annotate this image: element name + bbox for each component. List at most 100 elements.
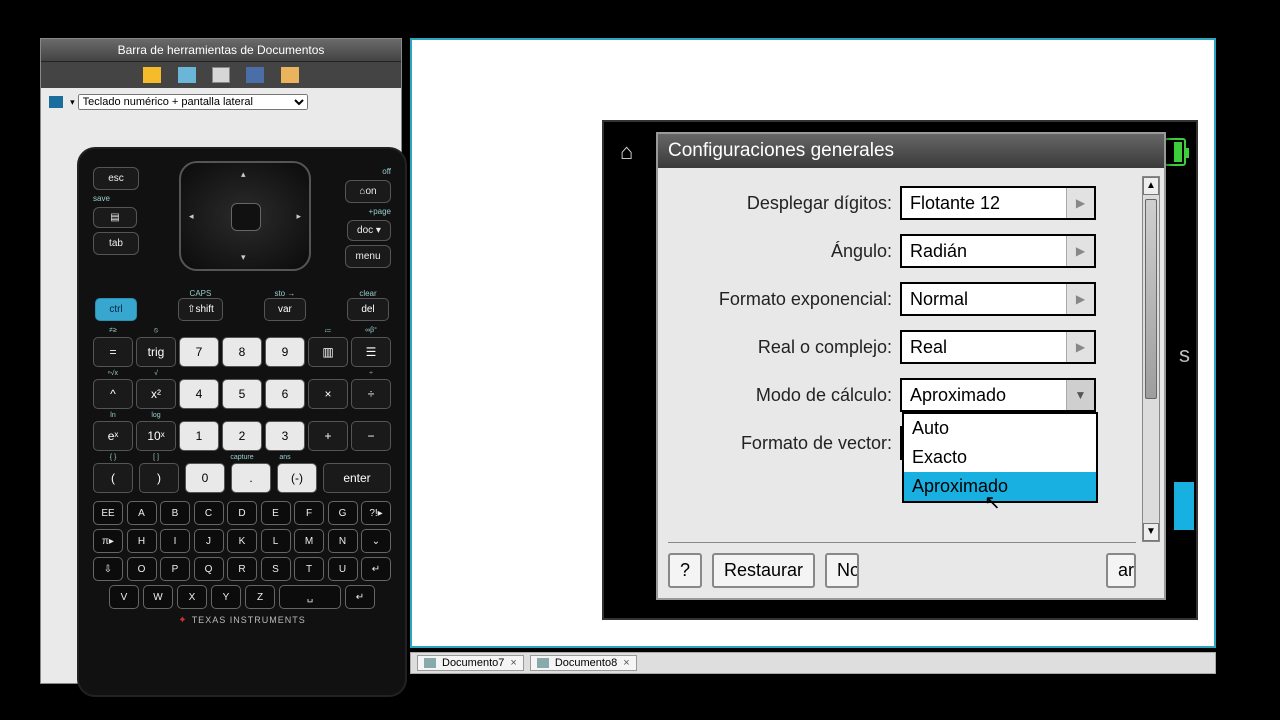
l-key[interactable]: L — [261, 529, 291, 553]
menu-button[interactable]: menu — [345, 245, 391, 268]
ctrl-button[interactable]: ctrl — [95, 298, 137, 321]
nav-touchpad[interactable]: ▴ ▾ ◂ ▸ — [179, 161, 311, 271]
dialog-scrollbar[interactable]: ▲ ▼ — [1142, 176, 1160, 542]
arrow-left-icon[interactable]: ◂ — [189, 211, 194, 222]
num-8-key[interactable]: 8 — [222, 337, 262, 367]
h-key[interactable]: H — [127, 529, 157, 553]
z-key[interactable]: Z — [245, 585, 275, 609]
arrow-up-icon[interactable]: ▴ — [241, 169, 246, 180]
return-key[interactable]: ↵ — [345, 585, 375, 609]
real-complex-select[interactable]: Real▶ — [900, 330, 1096, 364]
scroll-up-icon[interactable]: ▲ — [1143, 177, 1159, 195]
angle-select[interactable]: Radián▶ — [900, 234, 1096, 268]
option-exacto[interactable]: Exacto — [904, 443, 1096, 472]
shift2-key[interactable]: ⇩ — [93, 557, 123, 581]
b-key[interactable]: B — [160, 501, 190, 525]
minus-key[interactable]: − — [351, 421, 391, 451]
r-key[interactable]: R — [227, 557, 257, 581]
g-key[interactable]: G — [328, 501, 358, 525]
flag-key[interactable]: ⌄ — [361, 529, 391, 553]
t-key[interactable]: T — [294, 557, 324, 581]
num-9-key[interactable]: 9 — [265, 337, 305, 367]
x-key[interactable]: X — [177, 585, 207, 609]
num-1-key[interactable]: 1 — [179, 421, 219, 451]
catalog-key[interactable]: ☰ — [351, 337, 391, 367]
n-key[interactable]: N — [328, 529, 358, 553]
o-key[interactable]: O — [127, 557, 157, 581]
space-key[interactable]: ␣ — [279, 585, 341, 609]
punct-key[interactable]: ?!▸ — [361, 501, 391, 525]
j-key[interactable]: J — [194, 529, 224, 553]
option-aproximado[interactable]: Aproximado — [904, 472, 1096, 501]
num-6-key[interactable]: 6 — [265, 379, 305, 409]
multiply-key[interactable]: × — [308, 379, 348, 409]
exp-format-select[interactable]: Normal▶ — [900, 282, 1096, 316]
option-auto[interactable]: Auto — [904, 414, 1096, 443]
ee-key[interactable]: EE — [93, 501, 123, 525]
restore-button[interactable]: Restaurar — [712, 553, 815, 588]
calculator-icon[interactable] — [212, 67, 230, 83]
view-mode-select[interactable]: Teclado numérico + pantalla lateral — [78, 94, 308, 110]
ex-key[interactable]: eˣ — [93, 421, 133, 451]
arrow-down-icon[interactable]: ▾ — [241, 252, 246, 263]
close-icon[interactable]: × — [510, 657, 516, 669]
tenx-key[interactable]: 10ˣ — [136, 421, 176, 451]
template-key[interactable]: ▥ — [308, 337, 348, 367]
trig-key[interactable]: trig — [136, 337, 176, 367]
s-key[interactable]: S — [261, 557, 291, 581]
num-4-key[interactable]: 4 — [179, 379, 219, 409]
on-button[interactable]: ⌂on — [345, 180, 391, 203]
lparen-key[interactable]: ( — [93, 463, 133, 493]
no-button[interactable]: No — [825, 553, 859, 588]
scroll-thumb[interactable] — [1145, 199, 1157, 399]
pi-key[interactable]: π▸ — [93, 529, 123, 553]
num-3-key[interactable]: 3 — [265, 421, 305, 451]
tab-documento8[interactable]: Documento8× — [530, 655, 637, 671]
equals-key[interactable]: = — [93, 337, 133, 367]
rparen-key[interactable]: ) — [139, 463, 179, 493]
p-key[interactable]: P — [160, 557, 190, 581]
u-key[interactable]: U — [328, 557, 358, 581]
book-icon[interactable] — [246, 67, 264, 83]
v-key[interactable]: V — [109, 585, 139, 609]
tools-icon[interactable] — [143, 67, 161, 83]
num-2-key[interactable]: 2 — [222, 421, 262, 451]
folder-icon[interactable] — [281, 67, 299, 83]
calc-mode-dropdown[interactable]: Auto Exacto Aproximado — [902, 412, 1098, 503]
m-key[interactable]: M — [294, 529, 324, 553]
del-button[interactable]: del — [347, 298, 389, 321]
help-button[interactable]: ? — [668, 553, 702, 588]
i-key[interactable]: I — [160, 529, 190, 553]
apply-button-cut[interactable]: ar — [1106, 553, 1136, 588]
copy-icon[interactable] — [178, 67, 196, 83]
arrow-right-icon[interactable]: ▸ — [296, 211, 301, 222]
d-key[interactable]: D — [227, 501, 257, 525]
e-key[interactable]: E — [261, 501, 291, 525]
xsq-key[interactable]: x² — [136, 379, 176, 409]
doc-button[interactable]: doc ▾ — [347, 220, 391, 241]
bksp-key[interactable]: ↵ — [361, 557, 391, 581]
scroll-down-icon[interactable]: ▼ — [1143, 523, 1159, 541]
q-key[interactable]: Q — [194, 557, 224, 581]
a-key[interactable]: A — [127, 501, 157, 525]
nav-center-button[interactable] — [231, 203, 261, 231]
plus-key[interactable]: + — [308, 421, 348, 451]
save-button[interactable]: ▤ — [93, 207, 137, 228]
num-0-key[interactable]: 0 — [185, 463, 225, 493]
dropdown-caret-icon[interactable]: ▾ — [70, 97, 75, 107]
digits-select[interactable]: Flotante 12▶ — [900, 186, 1096, 220]
close-icon[interactable]: × — [623, 657, 629, 669]
num-7-key[interactable]: 7 — [179, 337, 219, 367]
tab-documento7[interactable]: Documento7× — [417, 655, 524, 671]
enter-key[interactable]: enter — [323, 463, 391, 493]
w-key[interactable]: W — [143, 585, 173, 609]
tab-button[interactable]: tab — [93, 232, 139, 255]
home-icon[interactable]: ⌂ — [620, 139, 650, 165]
esc-button[interactable]: esc — [93, 167, 139, 190]
calc-mode-select[interactable]: Aproximado▼ — [900, 378, 1096, 412]
f-key[interactable]: F — [294, 501, 324, 525]
y-key[interactable]: Y — [211, 585, 241, 609]
k-key[interactable]: K — [227, 529, 257, 553]
var-button[interactable]: var — [264, 298, 306, 321]
divide-key[interactable]: ÷ — [351, 379, 391, 409]
